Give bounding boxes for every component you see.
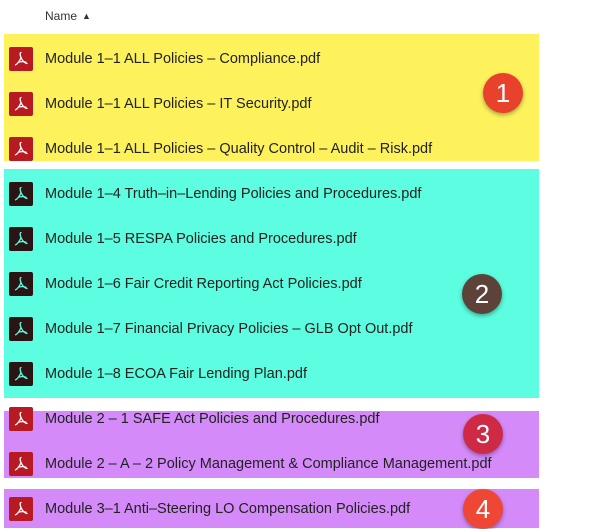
group-badge-3: 3 xyxy=(463,414,503,454)
group-badge-1: 1 xyxy=(483,73,523,113)
file-row[interactable]: Module 1–7 Financial Privacy Policies – … xyxy=(0,315,540,343)
pdf-icon xyxy=(9,227,33,251)
pdf-icon xyxy=(9,47,33,71)
name-column-header[interactable]: Name ▲ xyxy=(45,8,91,24)
pdf-icon xyxy=(9,317,33,341)
pdf-icon xyxy=(9,407,33,431)
pdf-icon xyxy=(9,272,33,296)
file-name[interactable]: Module 2 – 1 SAFE Act Policies and Proce… xyxy=(45,411,380,427)
file-row[interactable]: Module 3–1 Anti–Steering LO Compensation… xyxy=(0,495,540,523)
file-row[interactable]: Module 1–1 ALL Policies – Quality Contro… xyxy=(0,135,540,163)
file-name[interactable]: Module 2 – A – 2 Policy Management & Com… xyxy=(45,456,492,472)
group-badge-2: 2 xyxy=(462,274,502,314)
pdf-icon xyxy=(9,92,33,116)
file-row[interactable]: Module 2 – 1 SAFE Act Policies and Proce… xyxy=(0,405,540,433)
file-row[interactable]: Module 1–8 ECOA Fair Lending Plan.pdf xyxy=(0,360,540,388)
file-name[interactable]: Module 1–6 Fair Credit Reporting Act Pol… xyxy=(45,276,362,292)
file-name[interactable]: Module 1–8 ECOA Fair Lending Plan.pdf xyxy=(45,366,307,382)
pdf-icon xyxy=(9,362,33,386)
file-name[interactable]: Module 1–5 RESPA Policies and Procedures… xyxy=(45,231,357,247)
file-row[interactable]: Module 1–1 ALL Policies – Compliance.pdf xyxy=(0,45,540,73)
pdf-icon xyxy=(9,497,33,521)
name-header-label: Name xyxy=(45,9,78,23)
file-name[interactable]: Module 3–1 Anti–Steering LO Compensation… xyxy=(45,501,410,517)
file-name[interactable]: Module 1–4 Truth–in–Lending Policies and… xyxy=(45,186,421,202)
file-name[interactable]: Module 1–1 ALL Policies – Compliance.pdf xyxy=(45,51,320,67)
pdf-icon xyxy=(9,137,33,161)
file-row[interactable]: Module 2 – A – 2 Policy Management & Com… xyxy=(0,450,540,478)
file-name[interactable]: Module 1–1 ALL Policies – IT Security.pd… xyxy=(45,96,312,112)
pdf-icon xyxy=(9,182,33,206)
file-name[interactable]: Module 1–7 Financial Privacy Policies – … xyxy=(45,321,413,337)
file-row[interactable]: Module 1–4 Truth–in–Lending Policies and… xyxy=(0,180,540,208)
file-row[interactable]: Module 1–1 ALL Policies – IT Security.pd… xyxy=(0,90,540,118)
sort-ascending-icon: ▲ xyxy=(82,10,91,21)
pdf-icon xyxy=(9,452,33,476)
group-badge-4: 4 xyxy=(463,489,503,529)
file-row[interactable]: Module 1–6 Fair Credit Reporting Act Pol… xyxy=(0,270,540,298)
file-name[interactable]: Module 1–1 ALL Policies – Quality Contro… xyxy=(45,141,432,157)
file-row[interactable]: Module 1–5 RESPA Policies and Procedures… xyxy=(0,225,540,253)
